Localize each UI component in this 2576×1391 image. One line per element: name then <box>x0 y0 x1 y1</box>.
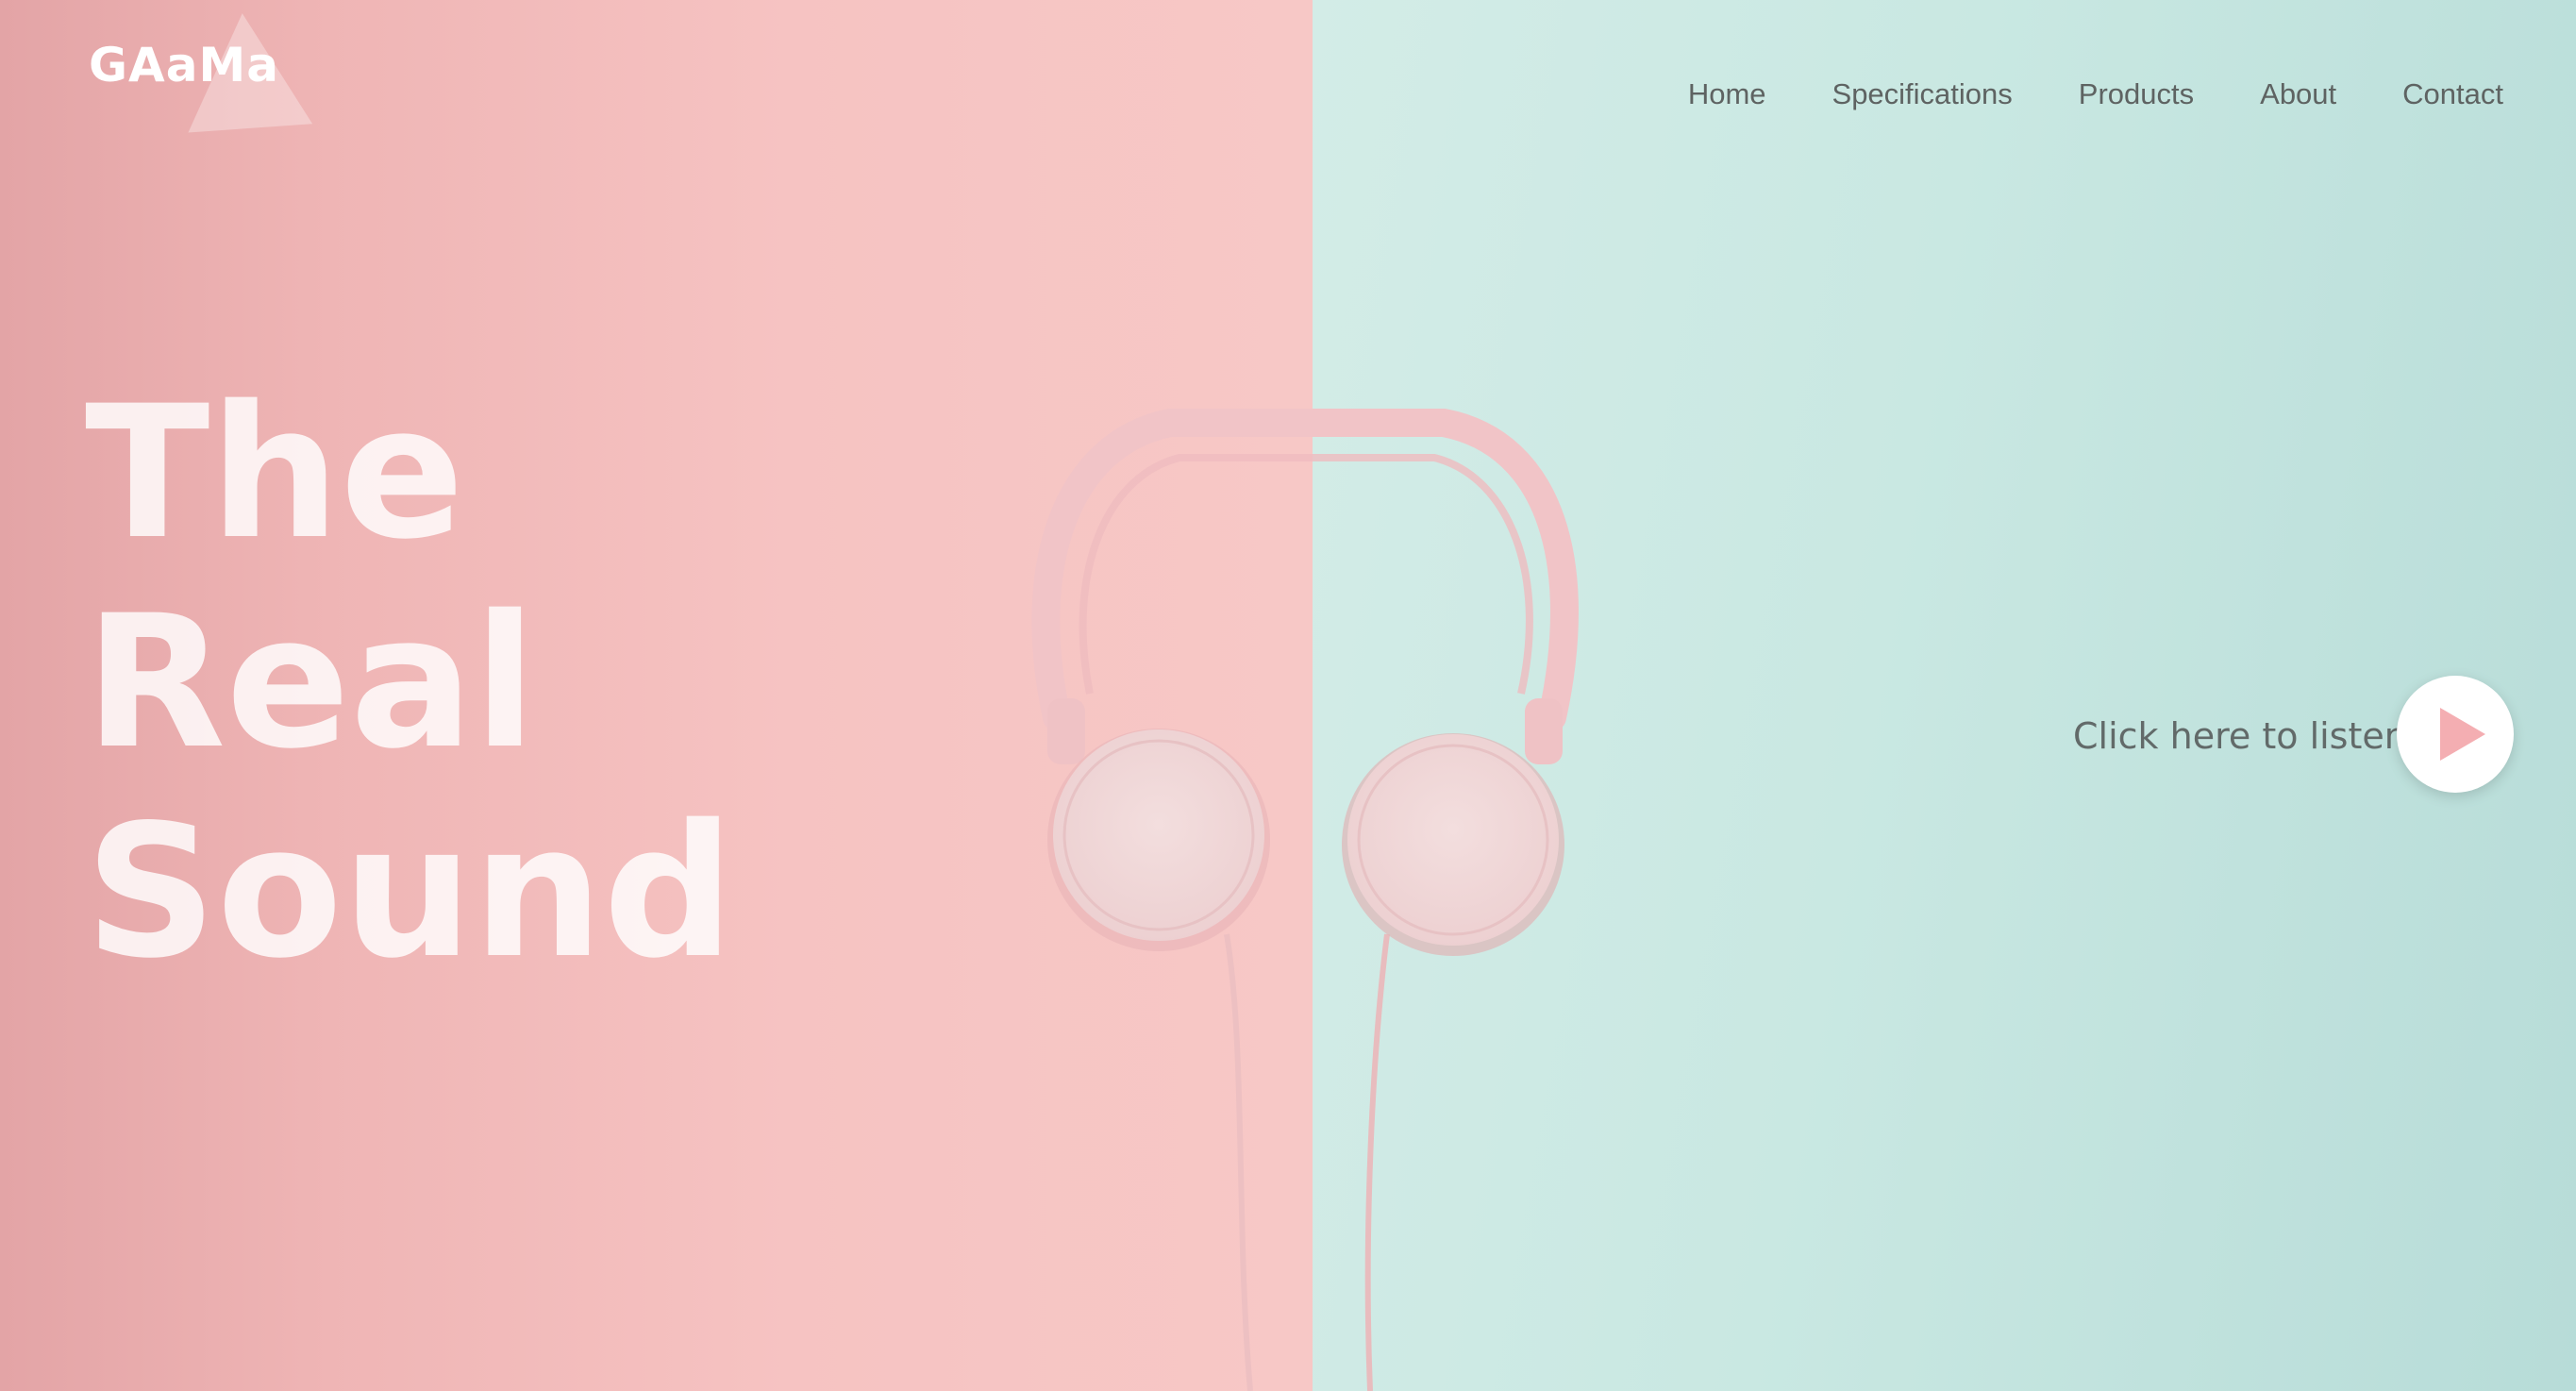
nav-item-about[interactable]: About <box>2260 77 2336 111</box>
nav-item-home[interactable]: Home <box>1688 77 1766 111</box>
main-navigation: Home Specifications Products About Conta… <box>1688 77 2503 111</box>
listen-cta-text[interactable]: Click here to listen <box>2073 715 2407 757</box>
hero-section: GAaMa Home Specifications Products About… <box>0 0 2576 1391</box>
play-icon <box>2440 708 2485 761</box>
nav-item-products[interactable]: Products <box>2079 77 2194 111</box>
nav-item-specifications[interactable]: Specifications <box>1832 77 2013 111</box>
play-button[interactable] <box>2397 676 2514 793</box>
nav-item-contact[interactable]: Contact <box>2402 77 2503 111</box>
hero-headline: The Real Sound <box>85 368 734 997</box>
brand-logo[interactable]: GAaMa <box>89 38 279 92</box>
headline-line-3: Sound <box>85 785 735 998</box>
headline-line-1: The <box>85 366 465 579</box>
headline-line-2: Real <box>85 576 537 789</box>
